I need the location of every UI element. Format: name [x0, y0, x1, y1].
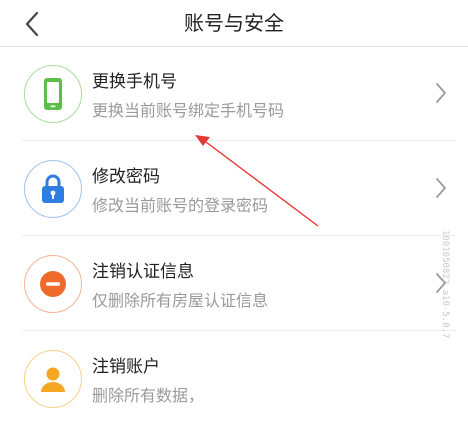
watermark-text: 1001050822 a10-5.0.7: [440, 230, 450, 339]
item-title: 注销认证信息: [92, 262, 194, 282]
item-title: 更换手机号: [92, 72, 177, 92]
phone-icon: [44, 78, 62, 110]
divider: [22, 235, 456, 236]
lock-icon: [42, 174, 64, 203]
chevron-right-icon: [436, 178, 446, 198]
item-title: 修改密码: [92, 167, 160, 187]
item-title: 注销账户: [92, 357, 160, 377]
phone-icon-ring: [24, 65, 82, 123]
item-subtitle: 更换当前账号绑定手机号码: [92, 101, 285, 120]
user-icon: [41, 367, 65, 392]
chevron-right-icon: [436, 83, 446, 103]
change-phone-item[interactable]: 更换手机号 更换当前账号绑定手机号码: [0, 47, 468, 141]
item-subtitle: 修改当前账号的登录密码: [92, 196, 269, 215]
minus-circle-icon: [40, 271, 66, 297]
change-password-item[interactable]: 修改密码 修改当前账号的登录密码: [0, 142, 468, 236]
header-bar: 账号与安全: [0, 0, 468, 47]
watermark: 1001050822 a10-5.0.7: [432, 230, 462, 360]
page-title: 账号与安全: [184, 11, 284, 35]
divider: [22, 330, 456, 331]
user-icon-ring: [24, 350, 82, 408]
delete-account-item[interactable]: 注销账户 删除所有数据，: [0, 332, 468, 426]
minus-icon-ring: [24, 255, 82, 313]
lock-icon-ring: [24, 160, 82, 218]
cancel-verification-item[interactable]: 注销认证信息 仅删除所有房屋认证信息: [0, 237, 468, 331]
item-subtitle: 仅删除所有房屋认证信息: [92, 291, 269, 310]
item-subtitle: 删除所有数据，: [92, 386, 205, 405]
divider: [22, 140, 456, 141]
